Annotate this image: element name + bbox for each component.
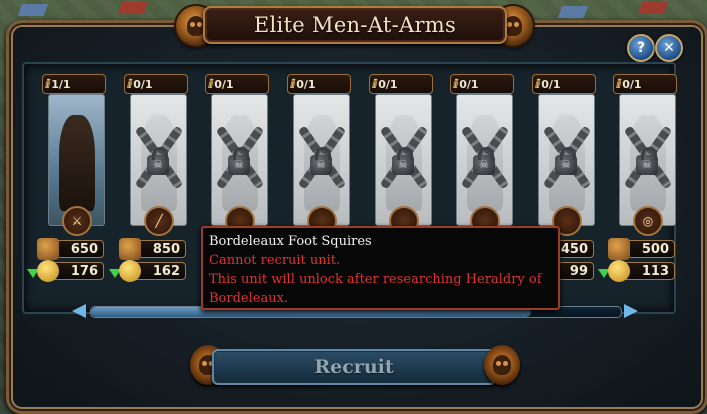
gold-cost-value: 176 [70,263,98,279]
tooltip-status: Cannot recruit unit. [209,253,341,268]
wood-chest-icon [608,238,630,260]
population-count: 0/1 [541,77,561,91]
population-icon: ⅈⅈ [372,77,378,91]
unit-card[interactable]: ⅈⅈ 0/1 ☠ 450 99 [517,74,596,282]
population-icon: ⅈⅈ [208,77,214,91]
wood-cost: 500 [608,238,675,260]
world-roof [637,2,669,14]
population-badge: ⅈⅈ 0/1 [287,74,351,94]
lock-icon: ☠ [473,147,495,175]
lock-icon: ☠ [392,147,414,175]
unit-figure [59,115,95,211]
wood-cost: 650 [37,238,104,260]
population-badge: ⅈⅈ 0/1 [124,74,188,94]
lock-icon: ☠ [636,147,658,175]
scroll-left-arrow-icon[interactable] [70,304,88,318]
unit-card[interactable]: ⅈⅈ 0/1 ☠ ◎ 500 113 [598,74,677,282]
skull-ornament-icon [484,345,520,385]
lock-icon: ☠ [555,147,577,175]
lock-icon: ☠ [147,147,169,175]
tooltip-unlock-requirement: This unit will unlock after researching … [209,272,542,287]
unit-card[interactable]: ⅈⅈ 0/1 ☠ [287,74,351,236]
gold-coin-icon [608,260,630,282]
wood-cost-value: 500 [641,241,669,257]
population-badge: ⅈⅈ 0/1 [532,74,596,94]
help-button[interactable]: ? [627,34,655,62]
wood-cost-value: 850 [152,241,180,257]
population-badge: ⅈⅈ 0/1 [369,74,433,94]
population-icon: ⅈⅈ [453,77,459,91]
world-roof [117,2,149,14]
gold-cost: 176 [27,260,104,282]
wood-cost: 850 [119,238,186,260]
tooltip-title: Bordeleaux Foot Squires [209,234,372,249]
population-count: 0/1 [459,77,479,91]
bow-icon: ◎ [633,206,663,236]
population-count: 0/1 [296,77,316,91]
gold-cost-value: 99 [569,263,588,279]
population-icon: ⅈⅈ [127,77,133,91]
lock-icon: ☠ [228,147,250,175]
population-icon: ⅈⅈ [45,77,51,91]
close-button[interactable]: ✕ [655,34,683,62]
window-title: Elite Men-At-Arms [253,13,457,37]
axe-icon: ⚔ [62,206,92,236]
gold-cost-value: 162 [152,263,180,279]
population-badge: ⅈⅈ 0/1 [613,74,677,94]
world-roof [17,4,49,16]
population-count: 0/1 [622,77,642,91]
gold-cost-value: 113 [641,263,669,279]
unit-tooltip: Bordeleaux Foot Squires Cannot recruit u… [201,226,560,310]
gold-cost: 113 [598,260,675,282]
recruit-button-group: Recruit [190,345,520,385]
population-badge: ⅈⅈ 0/1 [205,74,269,94]
population-icon: ⅈⅈ [535,77,541,91]
population-icon: ⅈⅈ [290,77,296,91]
unit-card[interactable]: ⅈⅈ 1/1 ⚔ 650 176 [27,74,106,282]
population-badge: ⅈⅈ 0/1 [450,74,514,94]
world-roof [557,6,589,18]
lock-icon: ☠ [310,147,332,175]
gold-coin-icon [37,260,59,282]
population-count: 0/1 [214,77,234,91]
gold-coin-icon [119,260,141,282]
unit-card[interactable]: ⅈⅈ 0/1 ☠ ╱ 850 162 [109,74,188,282]
population-count: 1/1 [51,77,71,91]
wood-chest-icon [119,238,141,260]
sword-icon: ╱ [144,206,174,236]
title-bar: Elite Men-At-Arms [203,6,507,44]
population-icon: ⅈⅈ [616,77,622,91]
unit-card[interactable]: ⅈⅈ 0/1 ☠ [450,74,514,236]
recruit-button[interactable]: Recruit [212,349,496,385]
population-badge: ⅈⅈ 1/1 [42,74,106,94]
wood-cost-value: 450 [560,241,588,257]
population-count: 0/1 [378,77,398,91]
tooltip-unlock-requirement-cont: Bordeleaux. [209,291,289,306]
unit-card[interactable]: ⅈⅈ 0/1 ☠ [205,74,269,236]
scroll-right-arrow-icon[interactable] [622,304,640,318]
unit-card[interactable]: ⅈⅈ 0/1 ☠ [369,74,433,236]
population-count: 0/1 [133,77,153,91]
wood-cost-value: 650 [70,241,98,257]
wood-chest-icon [37,238,59,260]
gold-cost: 162 [109,260,186,282]
